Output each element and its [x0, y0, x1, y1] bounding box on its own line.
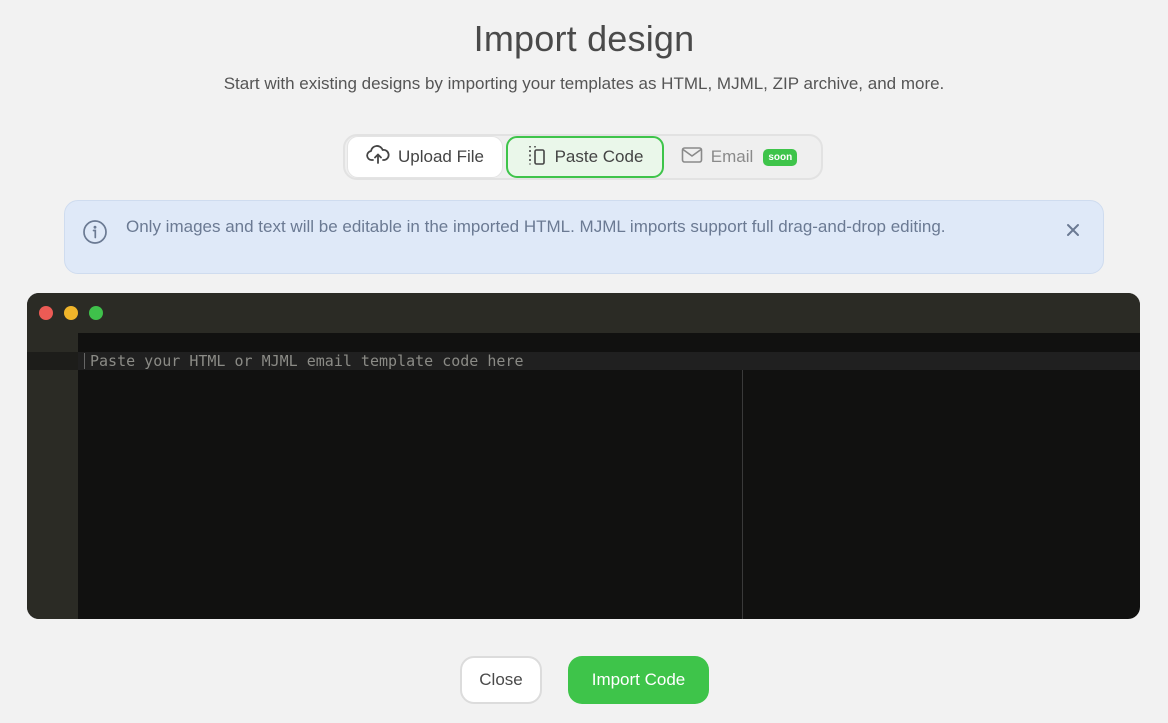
tab-email-label: Email: [710, 147, 754, 166]
envelope-icon: [681, 146, 703, 169]
import-method-tabs: Upload File Paste Code Email soon: [343, 134, 823, 180]
code-placeholder: Paste your HTML or MJML email template c…: [90, 352, 524, 370]
tab-upload-file[interactable]: Upload File: [347, 136, 503, 178]
info-alert: Only images and text will be editable in…: [64, 200, 1104, 274]
line-number-gutter: 1: [27, 333, 78, 619]
cloud-upload-icon: [366, 144, 390, 170]
print-margin-line: [742, 370, 743, 619]
code-input[interactable]: Paste your HTML or MJML email template c…: [78, 352, 1140, 370]
tab-paste-code[interactable]: Paste Code: [506, 136, 664, 178]
editor-titlebar: [27, 293, 1140, 333]
close-icon[interactable]: [1063, 221, 1083, 241]
page-title: Import design: [473, 18, 695, 59]
tab-upload-file-label: Upload File: [398, 147, 484, 166]
window-close-dot: [39, 306, 53, 320]
code-editor: 1 Paste your HTML or MJML email template…: [27, 293, 1140, 619]
tab-email: Email soon: [664, 136, 814, 178]
soon-badge: soon: [763, 148, 798, 166]
tab-paste-code-label: Paste Code: [554, 147, 644, 166]
info-icon: [83, 220, 107, 244]
alert-message: Only images and text will be editable in…: [126, 217, 946, 236]
window-maximize-dot: [89, 306, 103, 320]
paste-code-icon: [527, 144, 547, 171]
window-minimize-dot: [64, 306, 78, 320]
import-code-button[interactable]: Import Code: [568, 656, 709, 704]
text-cursor: [84, 353, 85, 369]
import-design-dialog: Import design Start with existing design…: [0, 0, 1168, 723]
gutter-active-line: [27, 352, 78, 370]
close-button[interactable]: Close: [460, 656, 542, 704]
page-subtitle: Start with existing designs by importing…: [223, 74, 945, 93]
